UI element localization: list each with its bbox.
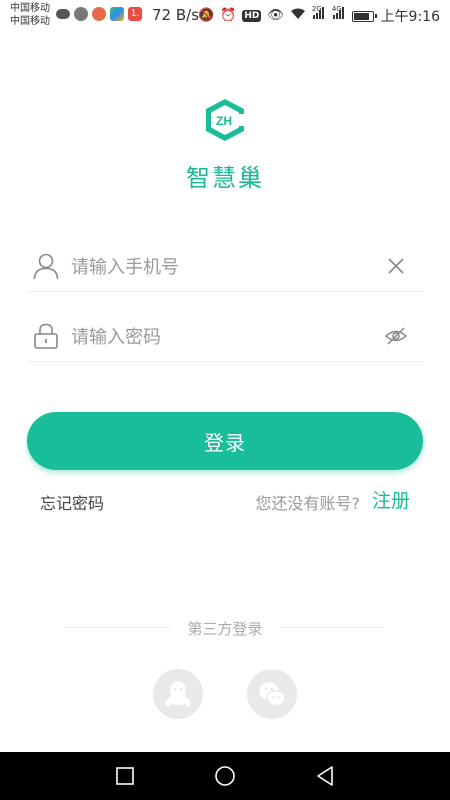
carrier-labels: 中国移动 中国移动 xyxy=(10,2,50,28)
forgot-password-link[interactable]: 忘记密码 xyxy=(40,490,104,514)
net-speed: 72 B/s xyxy=(152,6,200,24)
play-store-icon xyxy=(110,7,124,21)
password-input[interactable] xyxy=(69,321,373,353)
navigation-bar xyxy=(0,752,450,800)
eye-off-icon[interactable] xyxy=(385,325,407,347)
phone-field xyxy=(27,241,423,292)
divider-right xyxy=(280,627,383,628)
mute-icon: 🔕 xyxy=(198,8,215,23)
third-party-label: 第三方登录 xyxy=(187,620,263,638)
password-field xyxy=(27,311,423,362)
app-logo: ZH xyxy=(202,97,248,143)
signal-2g-label: 2G xyxy=(311,5,322,13)
wechat-icon xyxy=(259,682,286,707)
back-icon[interactable] xyxy=(313,764,337,788)
hd-icon: HD xyxy=(242,10,262,22)
app-icon xyxy=(92,7,106,21)
app-name: 智慧巢 xyxy=(186,164,264,192)
wechat-login-button[interactable] xyxy=(247,669,297,719)
signal-2g-icon: 2G xyxy=(312,5,326,25)
clear-icon[interactable] xyxy=(385,255,407,277)
home-icon[interactable] xyxy=(213,764,237,788)
eye-icon: 👁 xyxy=(267,8,284,23)
lock-icon xyxy=(34,323,58,349)
battery-icon xyxy=(351,10,377,22)
cloud-icon xyxy=(56,9,70,19)
qq-login-button[interactable] xyxy=(153,669,203,719)
signal-4g-label: 4G xyxy=(331,5,342,13)
user-icon xyxy=(33,253,59,280)
status-bar: 中国移动 中国移动 1. 72 B/s 🔕 ⏰ HD 👁 2G 4G 上午9:1… xyxy=(0,0,450,32)
clock: 上午9:16 xyxy=(380,9,440,25)
qq-icon xyxy=(165,681,191,707)
recent-apps-icon[interactable] xyxy=(113,764,137,788)
login-button[interactable]: 登录 xyxy=(27,412,423,470)
alarm-icon: ⏰ xyxy=(220,8,237,23)
login-screen: 中国移动 中国移动 1. 72 B/s 🔕 ⏰ HD 👁 2G 4G 上午9:1… xyxy=(0,0,450,800)
logo-text: ZH xyxy=(216,114,232,128)
notification-icons: 1. xyxy=(56,7,142,21)
register-link[interactable]: 注册 xyxy=(372,486,410,513)
chat-icon xyxy=(74,7,88,21)
system-icons: 🔕 ⏰ HD 👁 2G 4G xyxy=(198,5,377,25)
wifi-icon xyxy=(290,8,306,25)
carrier-label-1: 中国移动 xyxy=(10,3,50,14)
signal-4g-icon: 4G xyxy=(332,5,346,25)
notification-badge: 1. xyxy=(128,7,142,21)
carrier-label-2: 中国移动 xyxy=(10,16,50,27)
phone-input[interactable] xyxy=(69,251,373,283)
no-account-text: 您还没有账号? xyxy=(255,494,361,513)
